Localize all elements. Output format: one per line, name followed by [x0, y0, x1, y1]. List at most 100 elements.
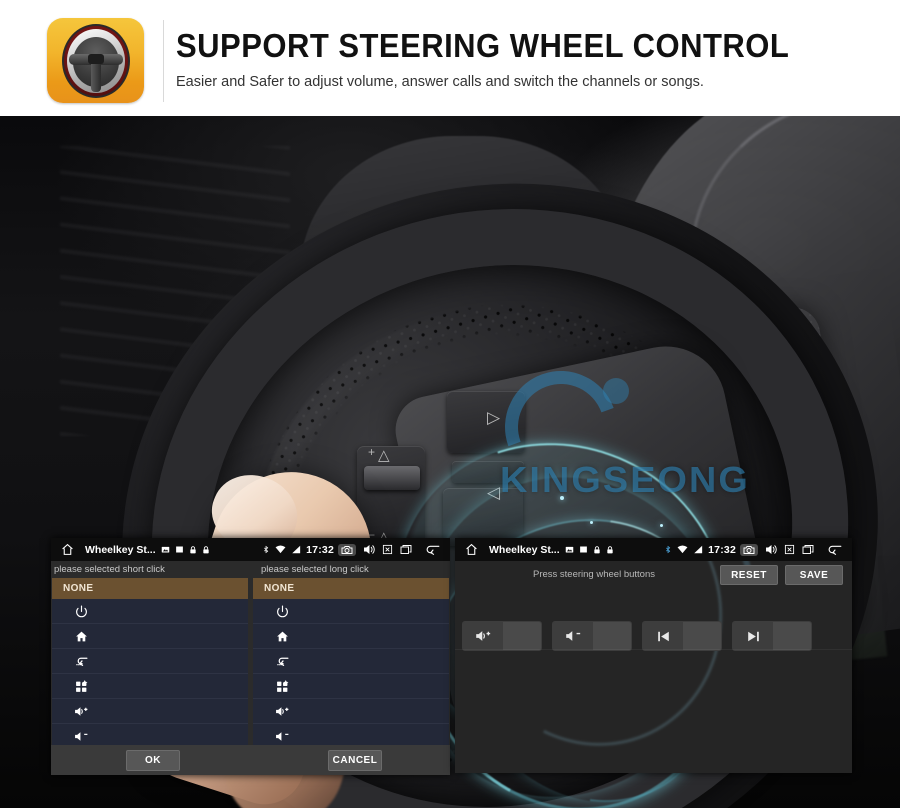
key-button-volume-up[interactable] — [462, 621, 542, 651]
previous-track-icon — [643, 622, 683, 650]
back-icon — [274, 653, 291, 670]
action-list[interactable] — [253, 599, 449, 749]
key-value — [773, 622, 811, 650]
camera-icon[interactable] — [338, 543, 356, 556]
key-button-row — [462, 621, 812, 651]
speaker-icon[interactable] — [765, 544, 777, 555]
right-triangle-glyph: ▷ — [487, 408, 501, 427]
list-item-volume-up[interactable] — [253, 699, 449, 724]
lock-icon — [189, 545, 197, 555]
signal-icon — [291, 545, 301, 554]
ok-button[interactable]: OK — [126, 750, 180, 771]
wifi-icon — [275, 545, 286, 554]
app-title: Wheelkey St... — [489, 543, 560, 556]
short-click-column: NONE — [52, 578, 248, 749]
list-item-power[interactable] — [253, 599, 449, 624]
speaker-icon[interactable] — [363, 544, 375, 555]
watermark-dot — [603, 378, 629, 404]
key-button-volume-down[interactable] — [552, 621, 632, 651]
page-subtitle: Easier and Safer to adjust volume, answe… — [176, 74, 704, 90]
action-list[interactable] — [52, 599, 248, 749]
lock-icon — [202, 545, 210, 555]
android-screenshot-left: Wheelkey St... 17:32 please selected sho… — [51, 538, 450, 775]
app-title: Wheelkey St... — [85, 543, 156, 556]
key-button-next-track[interactable] — [732, 621, 812, 651]
key-button-previous-track[interactable] — [642, 621, 722, 651]
apps-grid-icon — [73, 678, 90, 695]
next-track-icon — [733, 622, 773, 650]
header-banner: SUPPORT STEERING WHEEL CONTROL Easier an… — [0, 0, 900, 116]
press-prompt: Press steering wheel buttons — [533, 569, 655, 580]
home-icon — [73, 628, 90, 645]
list-item-home[interactable] — [52, 624, 248, 649]
volume-down-icon — [274, 728, 291, 745]
recents-icon[interactable] — [802, 544, 815, 555]
list-item-home[interactable] — [253, 624, 449, 649]
clock: 17:32 — [306, 543, 334, 556]
status-bar-left: Wheelkey St... 17:32 — [51, 538, 450, 561]
watermark-text: KINGSEONG — [500, 459, 750, 500]
cancel-button[interactable]: CANCEL — [328, 750, 382, 771]
back-arrow-icon[interactable] — [827, 544, 843, 555]
image-icon — [161, 545, 170, 554]
home-icon[interactable] — [57, 543, 77, 556]
volume-up-icon — [274, 703, 291, 720]
long-click-label: please selected long click — [261, 564, 369, 575]
recents-icon[interactable] — [400, 544, 413, 555]
apps-grid-icon — [274, 678, 291, 695]
header-divider — [163, 20, 164, 102]
wheelkey-dialog-body: please selected short click please selec… — [51, 561, 450, 775]
key-value — [683, 622, 721, 650]
lock-icon — [606, 545, 614, 555]
lock-icon — [593, 545, 601, 555]
page-root: SUPPORT STEERING WHEEL CONTROL Easier an… — [0, 0, 900, 808]
signal-icon — [693, 545, 703, 554]
android-screenshot-right: Wheelkey St... 17:32 Press steering whee… — [455, 538, 852, 773]
reset-button[interactable]: RESET — [720, 565, 778, 585]
status-bar-right: Wheelkey St... 17:32 — [455, 538, 852, 561]
save-button[interactable]: SAVE — [785, 565, 843, 585]
clock: 17:32 — [708, 543, 736, 556]
list-item-apps[interactable] — [253, 674, 449, 699]
close-box-icon[interactable] — [382, 544, 393, 555]
page-title: SUPPORT STEERING WHEEL CONTROL — [176, 27, 790, 64]
list-item-power[interactable] — [52, 599, 248, 624]
long-click-column: NONE — [253, 578, 449, 749]
volume-down-icon — [73, 728, 90, 745]
list-item-back[interactable] — [52, 649, 248, 674]
volume-down-icon — [553, 622, 593, 650]
power-icon — [274, 603, 291, 620]
list-item-volume-up[interactable] — [52, 699, 248, 724]
selection-labels: please selected short click please selec… — [51, 561, 450, 578]
selection-columns: NONE NONE — [51, 578, 450, 749]
volume-up-icon — [73, 703, 90, 720]
key-value — [503, 622, 541, 650]
image-icon — [565, 545, 574, 554]
home-icon[interactable] — [461, 543, 481, 556]
back-icon — [73, 653, 90, 670]
steering-wheel-glyph — [61, 23, 130, 98]
close-box-icon[interactable] — [784, 544, 795, 555]
wheelkey-study-body: Press steering wheel buttons RESET SAVE — [455, 561, 852, 773]
square-icon — [175, 545, 184, 554]
study-toolbar: Press steering wheel buttons RESET SAVE — [455, 561, 852, 589]
volume-up-icon — [463, 622, 503, 650]
list-item-apps[interactable] — [52, 674, 248, 699]
plus-glyph: + — [368, 445, 376, 459]
steering-wheel-icon — [47, 18, 144, 103]
column-header-none[interactable]: NONE — [253, 578, 449, 599]
content-divider — [455, 649, 852, 650]
bluetooth-icon — [262, 544, 270, 555]
bluetooth-icon — [664, 544, 672, 555]
volume-up-triangle-glyph: △ — [378, 447, 390, 464]
short-click-label: please selected short click — [54, 564, 165, 575]
camera-icon[interactable] — [740, 543, 758, 556]
volume-rocker — [364, 466, 420, 490]
column-header-none[interactable]: NONE — [52, 578, 248, 599]
back-arrow-icon[interactable] — [425, 544, 441, 555]
wifi-icon — [677, 545, 688, 554]
list-item-back[interactable] — [253, 649, 449, 674]
square-icon — [579, 545, 588, 554]
power-icon — [73, 603, 90, 620]
home-icon — [274, 628, 291, 645]
